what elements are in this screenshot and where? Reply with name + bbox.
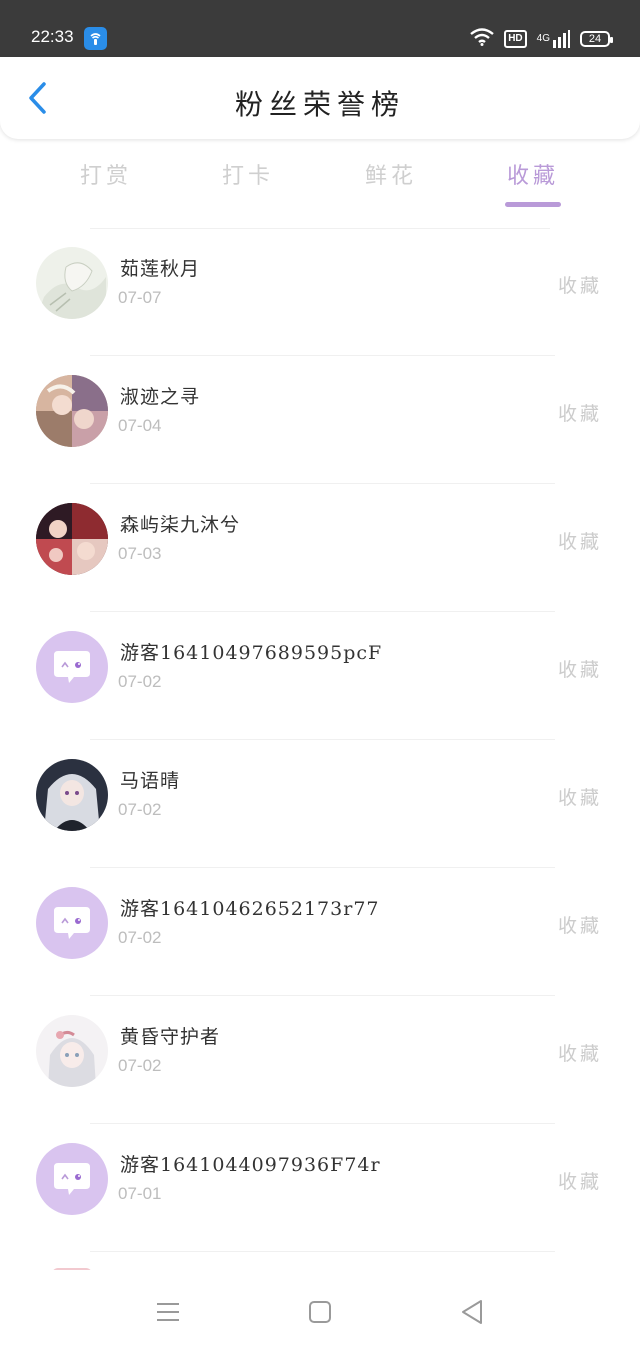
- fan-name: 游客1641044097936F74r: [120, 1154, 381, 1176]
- fan-name: 黄昏守护者: [120, 1026, 221, 1048]
- list-item[interactable]: 马语晴 07-02 收藏: [0, 740, 640, 868]
- network-type: 4G: [536, 33, 550, 44]
- avatar[interactable]: [36, 247, 108, 319]
- wifi-icon: [470, 28, 494, 50]
- status-bar: 22:33 HD 4G 24: [0, 0, 640, 57]
- wifi-hotspot-icon: [84, 27, 107, 50]
- fan-date: 07-02: [118, 1056, 162, 1075]
- action-label: 收藏: [558, 403, 603, 425]
- status-time: 22:33: [31, 27, 74, 46]
- title-bar: 粉丝荣誉榜: [0, 57, 640, 139]
- default-chat-avatar[interactable]: [36, 1143, 108, 1215]
- list-item[interactable]: 游客16410497689595pcF 07-02 收藏: [0, 612, 640, 740]
- default-chat-avatar[interactable]: [36, 887, 108, 959]
- fan-date: 07-07: [118, 288, 162, 307]
- signal-icon: 4G: [537, 30, 570, 48]
- menu-icon[interactable]: [154, 1298, 182, 1326]
- tab-favorites[interactable]: 收藏: [483, 158, 583, 190]
- fan-name: 茹莲秋月: [120, 258, 201, 280]
- action-label: 收藏: [558, 659, 603, 681]
- page-title: 粉丝荣誉榜: [234, 88, 405, 121]
- action-label: 收藏: [558, 915, 603, 937]
- fan-name: 游客16410497689595pcF: [120, 642, 383, 664]
- action-label: 收藏: [558, 275, 603, 297]
- fan-name: 森屿柒九沐兮: [120, 514, 241, 536]
- fan-date: 07-03: [118, 544, 162, 563]
- divider: [90, 1251, 555, 1252]
- list-item[interactable]: 茹莲秋月 07-07 收藏: [0, 228, 640, 356]
- tab-active-indicator: [505, 202, 561, 207]
- fan-date: 07-01: [118, 1184, 162, 1203]
- fan-date: 07-02: [118, 672, 162, 691]
- status-indicators: HD 4G 24: [470, 28, 613, 50]
- home-square-icon[interactable]: [306, 1298, 334, 1326]
- fan-name: 游客16410462652173r77: [120, 898, 380, 920]
- tab-reward[interactable]: 打赏: [56, 158, 156, 190]
- avatar[interactable]: [36, 1015, 108, 1087]
- list-item[interactable]: 黄昏守护者 07-02 收藏: [0, 996, 640, 1124]
- tab-flowers[interactable]: 鲜花: [341, 158, 441, 190]
- avatar[interactable]: [36, 375, 108, 447]
- tab-bar: 打赏 打卡 鲜花 收藏: [0, 150, 640, 210]
- action-label: 收藏: [558, 1043, 603, 1065]
- list-item[interactable]: 森屿柒九沐兮 07-03 收藏: [0, 484, 640, 612]
- fan-name: 淑迹之寻: [120, 386, 201, 408]
- list-item[interactable]: 游客1641044097936F74r 07-01 收藏: [0, 1124, 640, 1252]
- list-item[interactable]: 游客16410462652173r77 07-02 收藏: [0, 868, 640, 996]
- action-label: 收藏: [558, 787, 603, 809]
- action-label: 收藏: [558, 531, 603, 553]
- fan-name: 马语晴: [120, 770, 181, 792]
- system-nav-bar: [0, 1270, 640, 1351]
- back-triangle-icon[interactable]: [458, 1298, 486, 1326]
- battery-icon: 24: [580, 31, 613, 47]
- avatar[interactable]: [36, 503, 108, 575]
- fan-date: 07-02: [118, 800, 162, 819]
- avatar[interactable]: [36, 759, 108, 831]
- tab-checkin[interactable]: 打卡: [198, 158, 298, 190]
- list-item[interactable]: 淑迹之寻 07-04 收藏: [0, 356, 640, 484]
- default-chat-avatar[interactable]: [36, 631, 108, 703]
- fan-date: 07-02: [118, 928, 162, 947]
- hd-badge: HD: [504, 30, 527, 48]
- fan-date: 07-04: [118, 416, 162, 435]
- action-label: 收藏: [558, 1171, 603, 1193]
